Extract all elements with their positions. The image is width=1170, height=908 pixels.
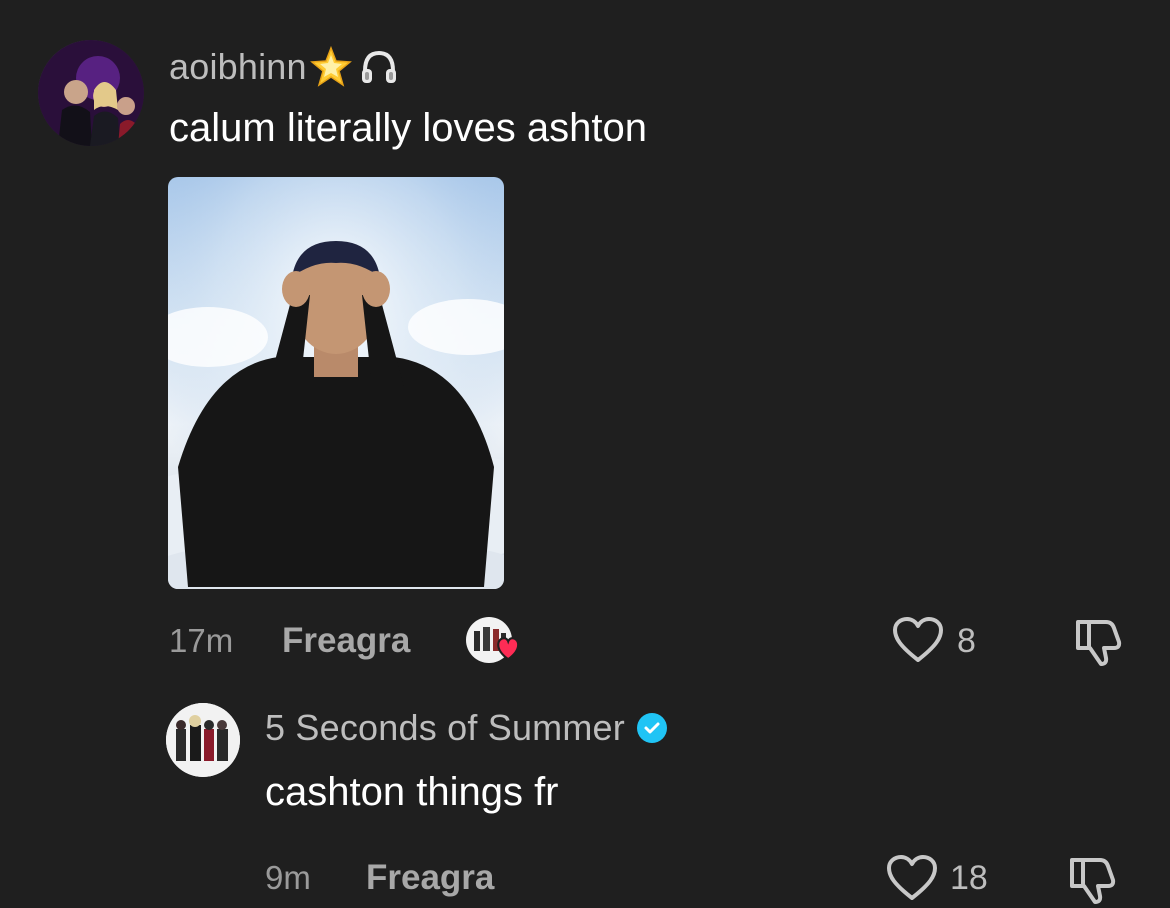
commenter-username[interactable]: aoibhinn bbox=[169, 46, 307, 88]
reply-reply-button[interactable]: Freagra bbox=[366, 858, 494, 898]
reply-text: cashton things fr bbox=[265, 770, 559, 814]
thumbs-down-icon bbox=[1070, 858, 1116, 904]
reply-avatar[interactable] bbox=[166, 703, 240, 777]
reply-like-count: 18 bbox=[950, 859, 988, 897]
headphones-icon bbox=[357, 45, 401, 89]
verified-badge-icon bbox=[636, 713, 667, 743]
creator-liked-badge bbox=[464, 617, 524, 667]
reply-username[interactable]: 5 Seconds of Summer bbox=[265, 707, 625, 749]
like-count: 8 bbox=[957, 622, 976, 660]
commenter-avatar[interactable] bbox=[38, 40, 144, 146]
heart-outline-icon bbox=[887, 855, 937, 900]
comment-timestamp: 17m bbox=[169, 622, 234, 659]
reply-dislike-button[interactable] bbox=[1064, 852, 1120, 908]
reply-button[interactable]: Freagra bbox=[282, 621, 410, 661]
heart-outline-icon bbox=[893, 617, 943, 662]
reply-like-button[interactable] bbox=[884, 852, 940, 904]
comment-text: calum literally loves ashton bbox=[169, 106, 647, 150]
comment-gif[interactable] bbox=[168, 177, 504, 589]
thumbs-down-icon bbox=[1076, 620, 1122, 666]
reply-timestamp: 9m bbox=[265, 859, 311, 896]
glowing-star-icon bbox=[309, 45, 353, 89]
dislike-button[interactable] bbox=[1070, 614, 1126, 670]
like-button[interactable] bbox=[890, 614, 946, 666]
